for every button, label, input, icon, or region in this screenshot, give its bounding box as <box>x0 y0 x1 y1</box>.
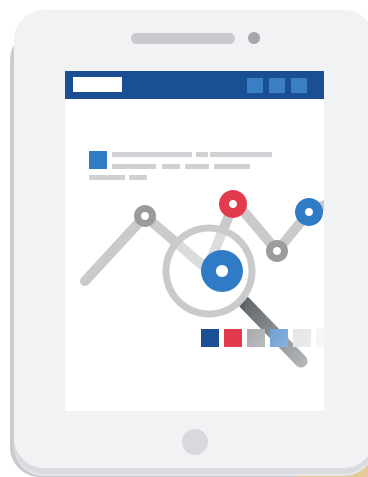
screen-glare <box>245 291 324 411</box>
color-swatch-navy <box>201 329 219 347</box>
speaker-grille <box>131 33 235 44</box>
home-button[interactable] <box>182 429 208 455</box>
color-swatch-red <box>224 329 242 347</box>
tablet-device <box>14 10 368 474</box>
tablet-screen <box>65 71 324 411</box>
camera-icon <box>248 32 260 44</box>
